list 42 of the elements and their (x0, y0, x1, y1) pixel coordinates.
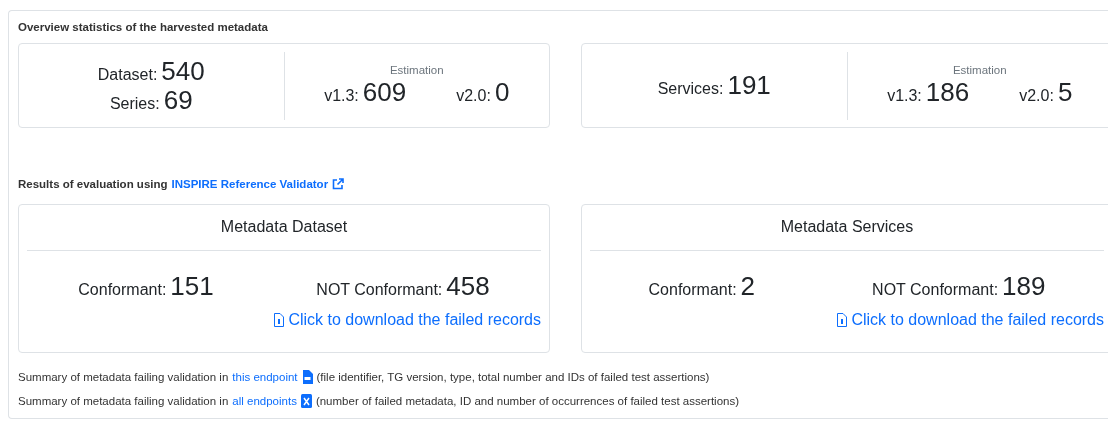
document-file-icon (836, 312, 848, 327)
version-label: v1.3: (887, 87, 922, 105)
external-link-icon (332, 178, 345, 190)
summary-text: Summary of metadata failing validation in (18, 371, 229, 383)
document-file-icon (301, 370, 313, 384)
version-value: 5 (1057, 78, 1073, 107)
card-title: Metadata Services (590, 205, 1104, 251)
version-label: v2.0: (1019, 87, 1054, 105)
summary-text: (number of failed metadata, ID and number of occurrences of failed test assertions) (315, 395, 740, 407)
stat-label: NOT Conformant: (316, 281, 443, 299)
document-file-icon (273, 312, 285, 327)
section-title: Overview statistics of the harvested metadata (18, 21, 269, 33)
stat-value: 189 (1002, 272, 1046, 301)
estimation-label: Estimation (389, 64, 444, 77)
endpoint-link[interactable]: all endpoints (232, 395, 297, 407)
version-value: 609 (362, 78, 407, 107)
section-title: Results of evaluation using (18, 178, 168, 190)
card-title: Metadata Dataset (27, 205, 541, 251)
download-link[interactable]: Click to download the failed records (273, 310, 541, 329)
stat-value: 191 (727, 71, 771, 100)
estimation-label: Estimation (952, 64, 1007, 77)
stat-label: Conformant: (78, 281, 167, 299)
stat-value: 69 (163, 85, 193, 115)
stat-label: Series: (109, 94, 160, 113)
endpoint-link[interactable]: this endpoint (232, 371, 298, 383)
version-value: 186 (925, 78, 970, 107)
stat-value: 151 (170, 272, 214, 301)
stat-label: Services: (657, 80, 724, 98)
summary-text: (file identifier, TG version, type, total number and IDs of failed test assertions) (316, 371, 710, 383)
version-value: 0 (494, 78, 510, 107)
stat-value: 458 (446, 272, 490, 301)
stat-label: NOT Conformant: (872, 281, 999, 299)
spreadsheet-file-icon (300, 394, 312, 408)
download-link[interactable]: Click to download the failed records (836, 310, 1104, 329)
stat-value: 540 (161, 56, 205, 86)
stat-value: 2 (740, 272, 756, 301)
summary-text: Summary of metadata failing validation in (18, 395, 229, 407)
stat-label: Dataset: (97, 65, 158, 84)
stat-label: Conformant: (648, 281, 737, 299)
version-label: v1.3: (324, 87, 359, 105)
version-label: v2.0: (456, 87, 491, 105)
validator-link[interactable]: INSPIRE Reference Validator (171, 178, 329, 190)
